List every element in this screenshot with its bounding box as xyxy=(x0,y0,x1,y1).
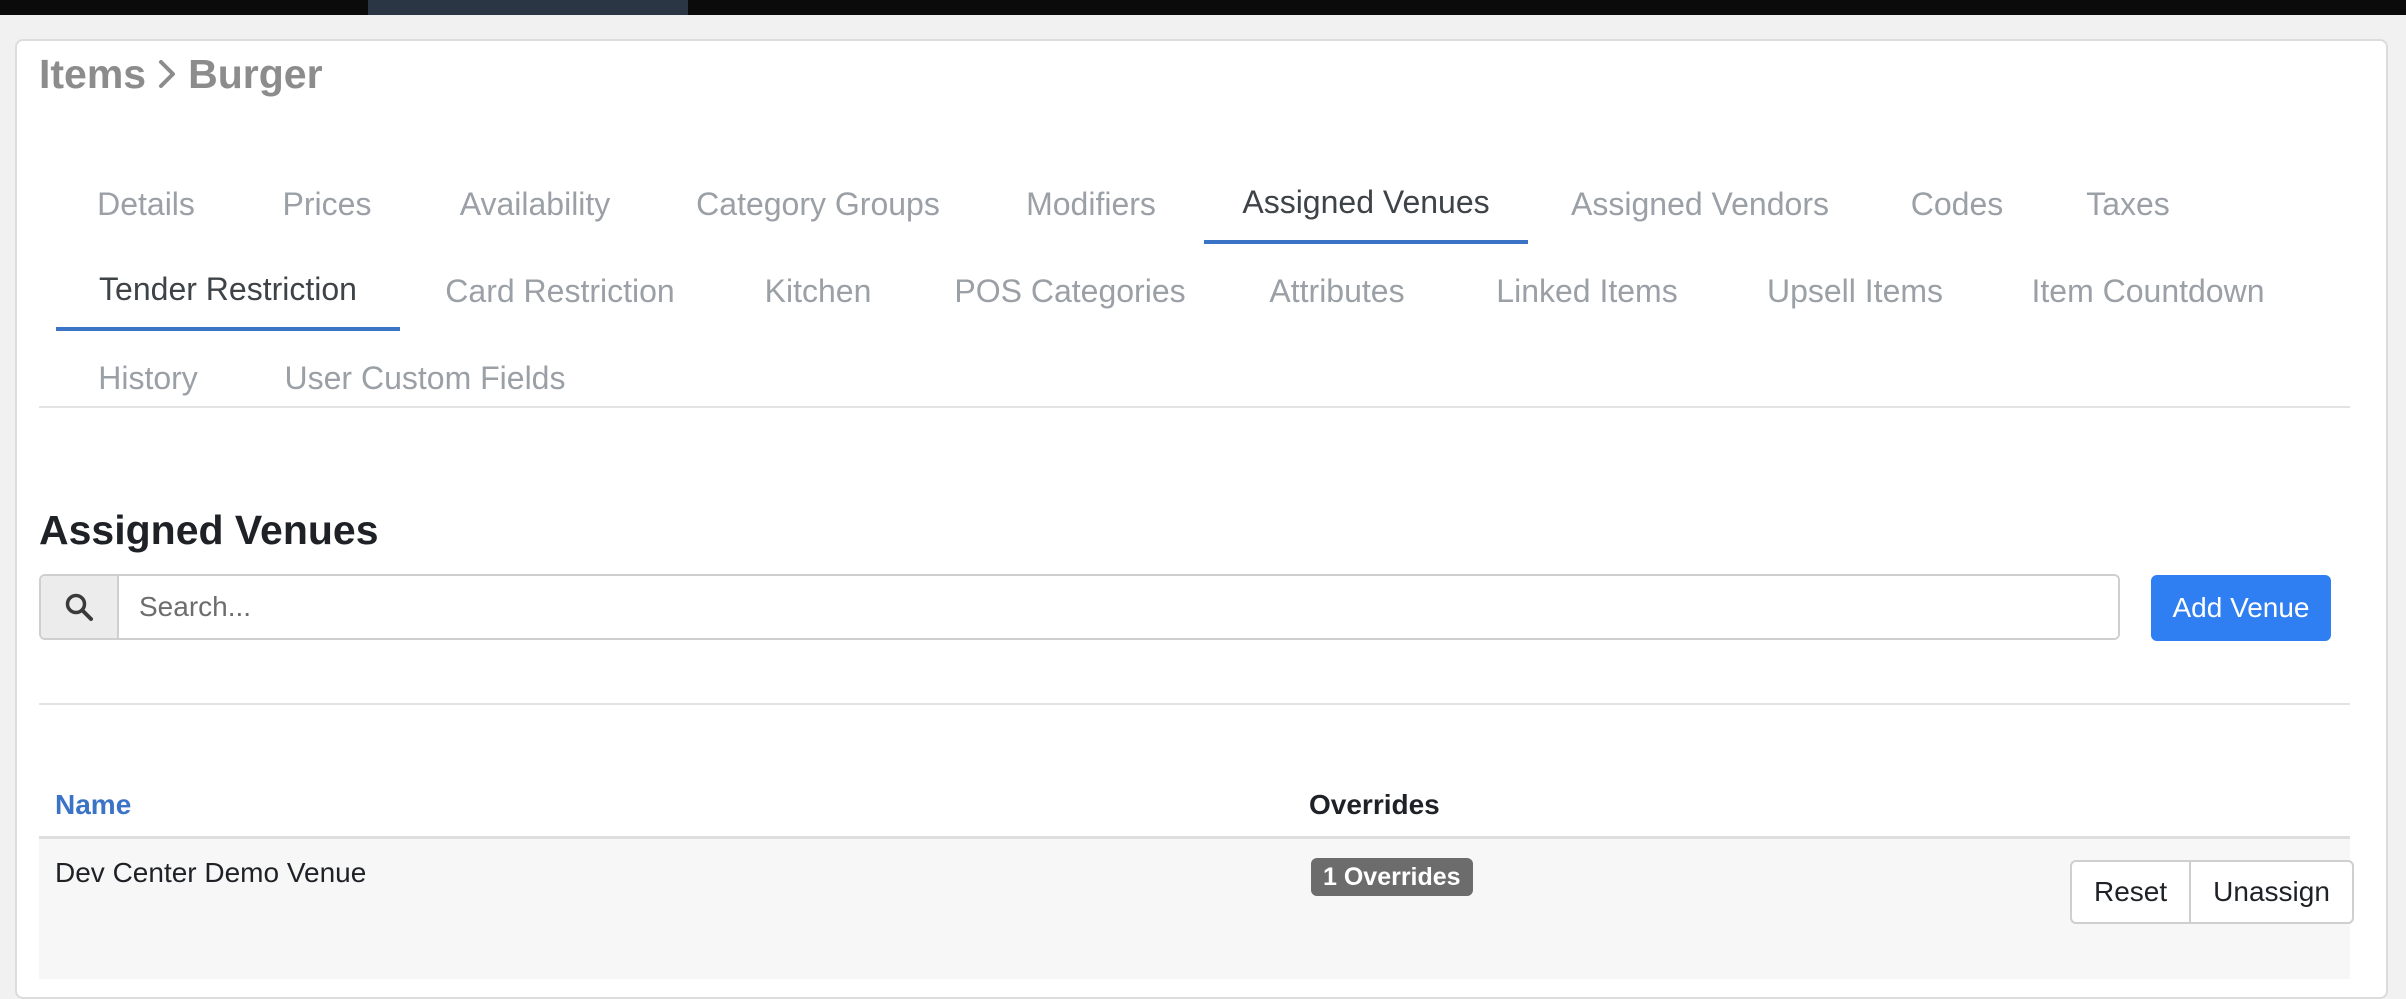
column-header-name[interactable]: Name xyxy=(55,780,131,830)
add-venue-button[interactable]: Add Venue xyxy=(2151,575,2331,641)
tab-attributes[interactable]: Attributes xyxy=(1222,251,1452,331)
column-header-overrides: Overrides xyxy=(1309,789,1440,820)
tab-availability[interactable]: Availability xyxy=(420,164,650,244)
reset-button[interactable]: Reset xyxy=(2072,862,2189,922)
tab-prices[interactable]: Prices xyxy=(240,164,414,244)
overrides-badge: 1 Overrides xyxy=(1311,858,1473,896)
tab-upsell-items[interactable]: Upsell Items xyxy=(1720,251,1990,331)
section-divider xyxy=(39,703,2350,705)
top-nav-active-segment[interactable] xyxy=(368,0,688,15)
table-row: Dev Center Demo Venue 1 Overrides Reset … xyxy=(39,839,2354,979)
breadcrumb: Items Burger xyxy=(39,44,323,104)
tab-assigned-venues[interactable]: Assigned Venues xyxy=(1204,164,1528,244)
unassign-button[interactable]: Unassign xyxy=(2189,862,2352,922)
tab-kitchen[interactable]: Kitchen xyxy=(720,251,916,331)
tab-details[interactable]: Details xyxy=(56,164,236,244)
tab-tender-restriction[interactable]: Tender Restriction xyxy=(56,251,400,331)
breadcrumb-parent[interactable]: Items xyxy=(39,51,146,98)
tab-assigned-vendors[interactable]: Assigned Vendors xyxy=(1530,164,1870,244)
search-icon xyxy=(41,576,119,638)
section-title: Assigned Venues xyxy=(39,506,379,553)
tab-codes[interactable]: Codes xyxy=(1876,164,2038,244)
breadcrumb-current: Burger xyxy=(188,50,323,97)
tab-card-restriction[interactable]: Card Restriction xyxy=(404,251,716,331)
tab-item-countdown[interactable]: Item Countdown xyxy=(2000,251,2296,331)
search-group xyxy=(39,574,2120,640)
tab-modifiers[interactable]: Modifiers xyxy=(985,164,1197,244)
venue-name: Dev Center Demo Venue xyxy=(55,857,367,888)
tab-linked-items[interactable]: Linked Items xyxy=(1460,251,1714,331)
top-nav-bar xyxy=(0,0,2406,15)
search-input[interactable] xyxy=(119,576,2118,638)
chevron-right-icon xyxy=(152,54,182,94)
tab-category-groups[interactable]: Category Groups xyxy=(660,164,976,244)
tab-taxes[interactable]: Taxes xyxy=(2044,164,2212,244)
tab-pos-categories[interactable]: POS Categories xyxy=(930,251,1210,331)
row-actions: Reset Unassign xyxy=(2070,860,2354,924)
tabs-divider xyxy=(39,406,2350,408)
